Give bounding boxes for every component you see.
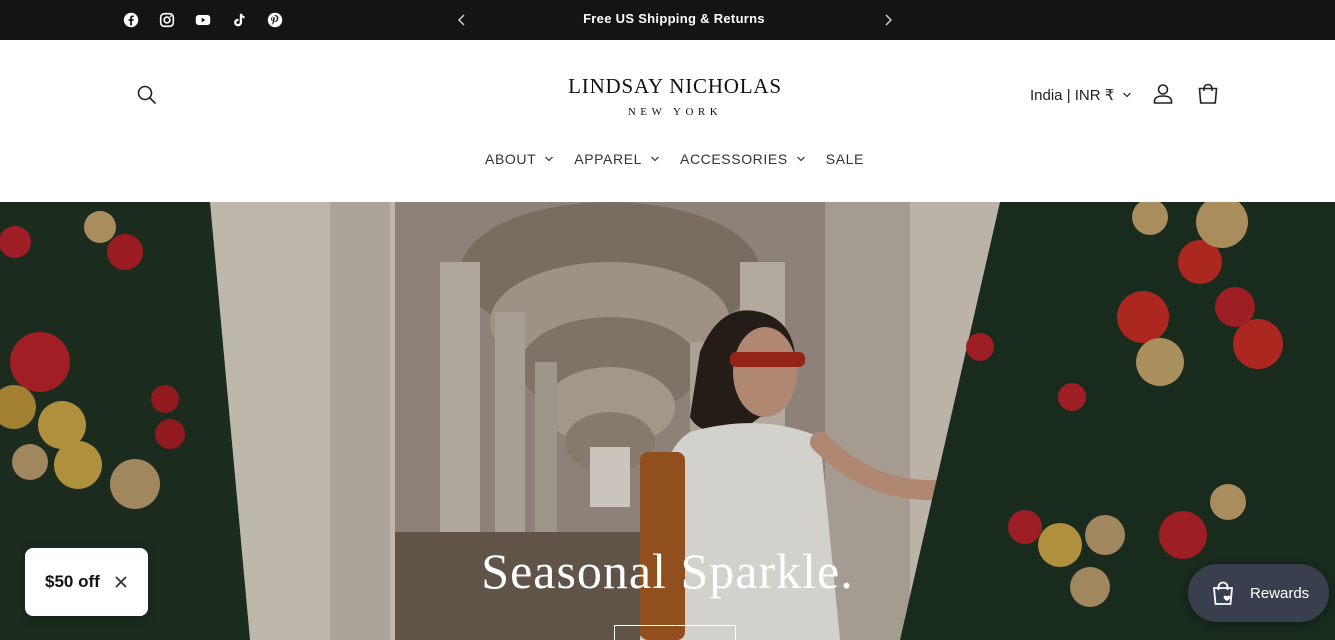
chevron-left-icon[interactable] [454, 12, 470, 28]
nav-item-accessories[interactable]: ACCESSORIES [680, 151, 806, 167]
nav-item-label: SALE [825, 151, 864, 167]
hero-title: Seasonal Sparkle. [481, 543, 854, 599]
tiktok-icon[interactable] [230, 11, 248, 29]
pinterest-icon[interactable] [266, 11, 284, 29]
nav-item-about[interactable]: ABOUT [485, 151, 554, 167]
discount-label: $50 off [45, 572, 100, 591]
nav-item-label: ACCESSORIES [680, 151, 788, 167]
cart-icon[interactable] [1195, 81, 1221, 107]
logo-wordmark: LINDSAY NICHOLAS [568, 74, 782, 98]
site-header: LINDSAY NICHOLAS NEW YORK India | INR ₹ … [0, 40, 1335, 202]
facebook-icon[interactable] [122, 11, 140, 29]
country-currency-selector[interactable]: India | INR ₹ [1030, 86, 1132, 104]
chevron-right-icon[interactable] [880, 12, 896, 28]
hero-cta-button[interactable] [614, 625, 736, 640]
account-icon[interactable] [1150, 81, 1176, 107]
rewards-label: Rewards [1250, 584, 1310, 602]
discount-popup[interactable]: $50 off [25, 548, 148, 616]
announcement-bar: Free US Shipping & Returns [0, 0, 1335, 40]
nav-item-sale[interactable]: SALE [826, 151, 864, 167]
nav-item-apparel[interactable]: APPAREL [574, 151, 660, 167]
nav-item-label: APPAREL [574, 151, 643, 167]
search-icon[interactable] [135, 83, 159, 107]
logo-subtitle: NEW YORK [627, 106, 723, 118]
close-icon[interactable] [114, 575, 128, 589]
announcement-text: Free US Shipping & Returns [583, 11, 765, 26]
instagram-icon[interactable] [158, 11, 176, 29]
chevron-down-icon [545, 156, 554, 162]
chevron-down-icon [1123, 92, 1132, 98]
nav-item-label: ABOUT [485, 151, 537, 167]
hero-banner: Seasonal Sparkle. [0, 202, 1335, 640]
chevron-down-icon [796, 156, 805, 162]
locale-label: India | INR ₹ [1030, 87, 1115, 104]
rewards-launcher[interactable]: Rewards [1188, 564, 1329, 622]
social-links [122, 11, 284, 29]
shopping-bag-heart-icon [1213, 581, 1233, 605]
main-navigation: ABOUT APPAREL ACCESSORIES SALE [0, 151, 1335, 167]
youtube-icon[interactable] [194, 11, 212, 29]
site-logo[interactable]: LINDSAY NICHOLAS NEW YORK [560, 74, 790, 118]
chevron-down-icon [651, 156, 659, 162]
